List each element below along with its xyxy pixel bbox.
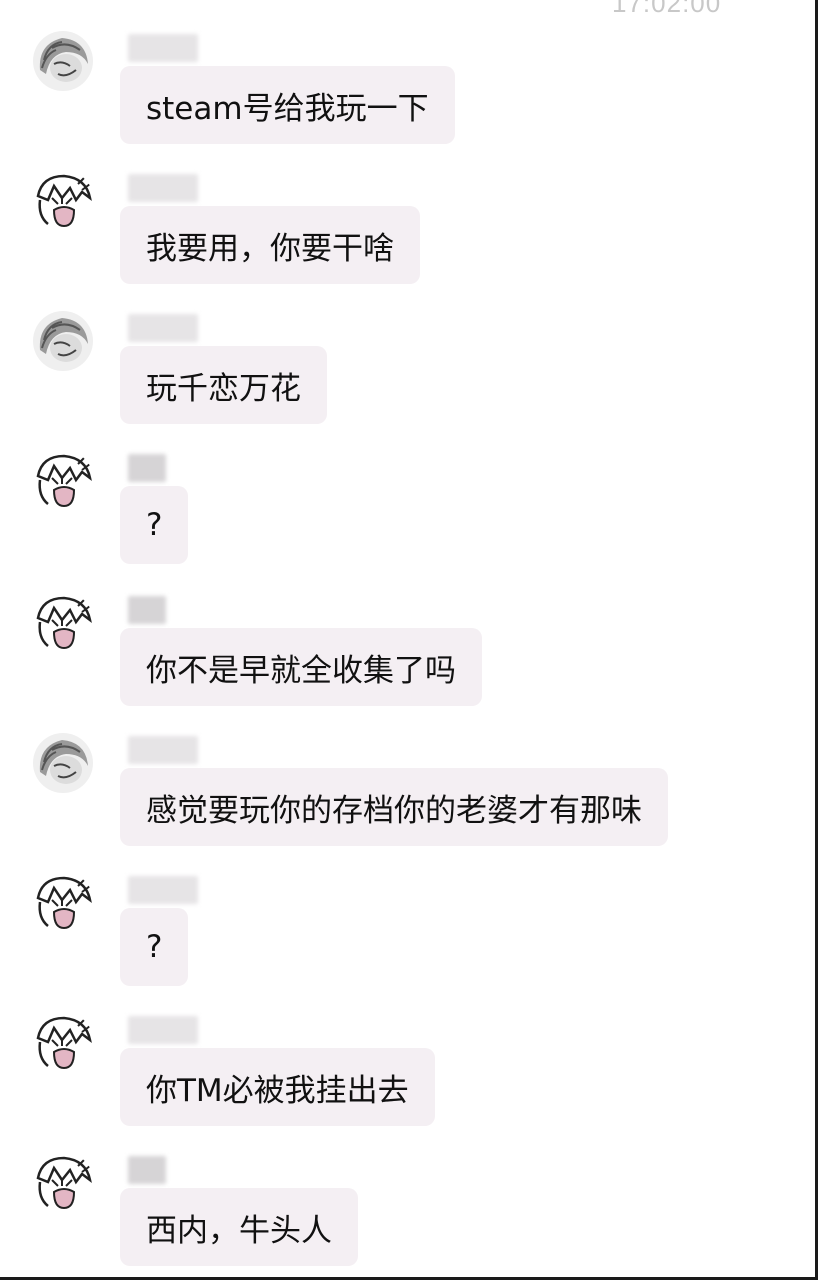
message-bubble[interactable]: 感觉要玩你的存档你的老婆才有那味 (120, 768, 668, 846)
chat-message: 西内，牛头人 (0, 1152, 800, 1280)
sender-name-redacted (122, 736, 198, 764)
message-bubble[interactable]: ? (120, 908, 189, 986)
chat-message: 我要用，你要干啥 (0, 170, 800, 300)
sender-name-redacted (122, 174, 198, 202)
chat-message: ? (0, 872, 800, 1002)
open-mouth-avatar-icon[interactable] (32, 592, 94, 654)
open-mouth-avatar-icon[interactable] (32, 450, 94, 512)
hooded-avatar-icon[interactable] (32, 732, 94, 794)
chat-timestamp: 17:02:00 (612, 0, 722, 18)
chat-message: ? (0, 450, 800, 580)
open-mouth-avatar-icon[interactable] (32, 170, 94, 232)
hooded-avatar-icon[interactable] (32, 310, 94, 372)
sender-name-redacted (122, 876, 198, 904)
sender-name-redacted (122, 1016, 198, 1044)
chat-message: 你不是早就全收集了吗 (0, 592, 800, 722)
hooded-avatar-icon[interactable] (32, 30, 94, 92)
open-mouth-avatar-icon[interactable] (32, 872, 94, 934)
sender-name-redacted (122, 1156, 166, 1184)
message-bubble[interactable]: 我要用，你要干啥 (120, 206, 420, 284)
sender-name-redacted (122, 454, 166, 482)
message-bubble[interactable]: 你TM必被我挂出去 (120, 1048, 435, 1126)
chat-message: 玩千恋万花 (0, 310, 800, 440)
message-bubble[interactable]: ? (120, 486, 189, 564)
chat-message: 你TM必被我挂出去 (0, 1012, 800, 1142)
message-bubble[interactable]: steam号给我玩一下 (120, 66, 455, 144)
message-bubble[interactable]: 玩千恋万花 (120, 346, 327, 424)
chat-message: 感觉要玩你的存档你的老婆才有那味 (0, 732, 800, 862)
message-bubble[interactable]: 你不是早就全收集了吗 (120, 628, 482, 706)
sender-name-redacted (122, 314, 198, 342)
sender-name-redacted (122, 596, 166, 624)
open-mouth-avatar-icon[interactable] (32, 1152, 94, 1214)
chat-message: steam号给我玩一下 (0, 30, 800, 160)
sender-name-redacted (122, 34, 198, 62)
chat-screen: 17:02:00 steam号给我玩一下 我要用，你要干啥 玩千恋万花 ? 你不… (0, 0, 818, 1280)
message-bubble[interactable]: 西内，牛头人 (120, 1188, 358, 1266)
open-mouth-avatar-icon[interactable] (32, 1012, 94, 1074)
